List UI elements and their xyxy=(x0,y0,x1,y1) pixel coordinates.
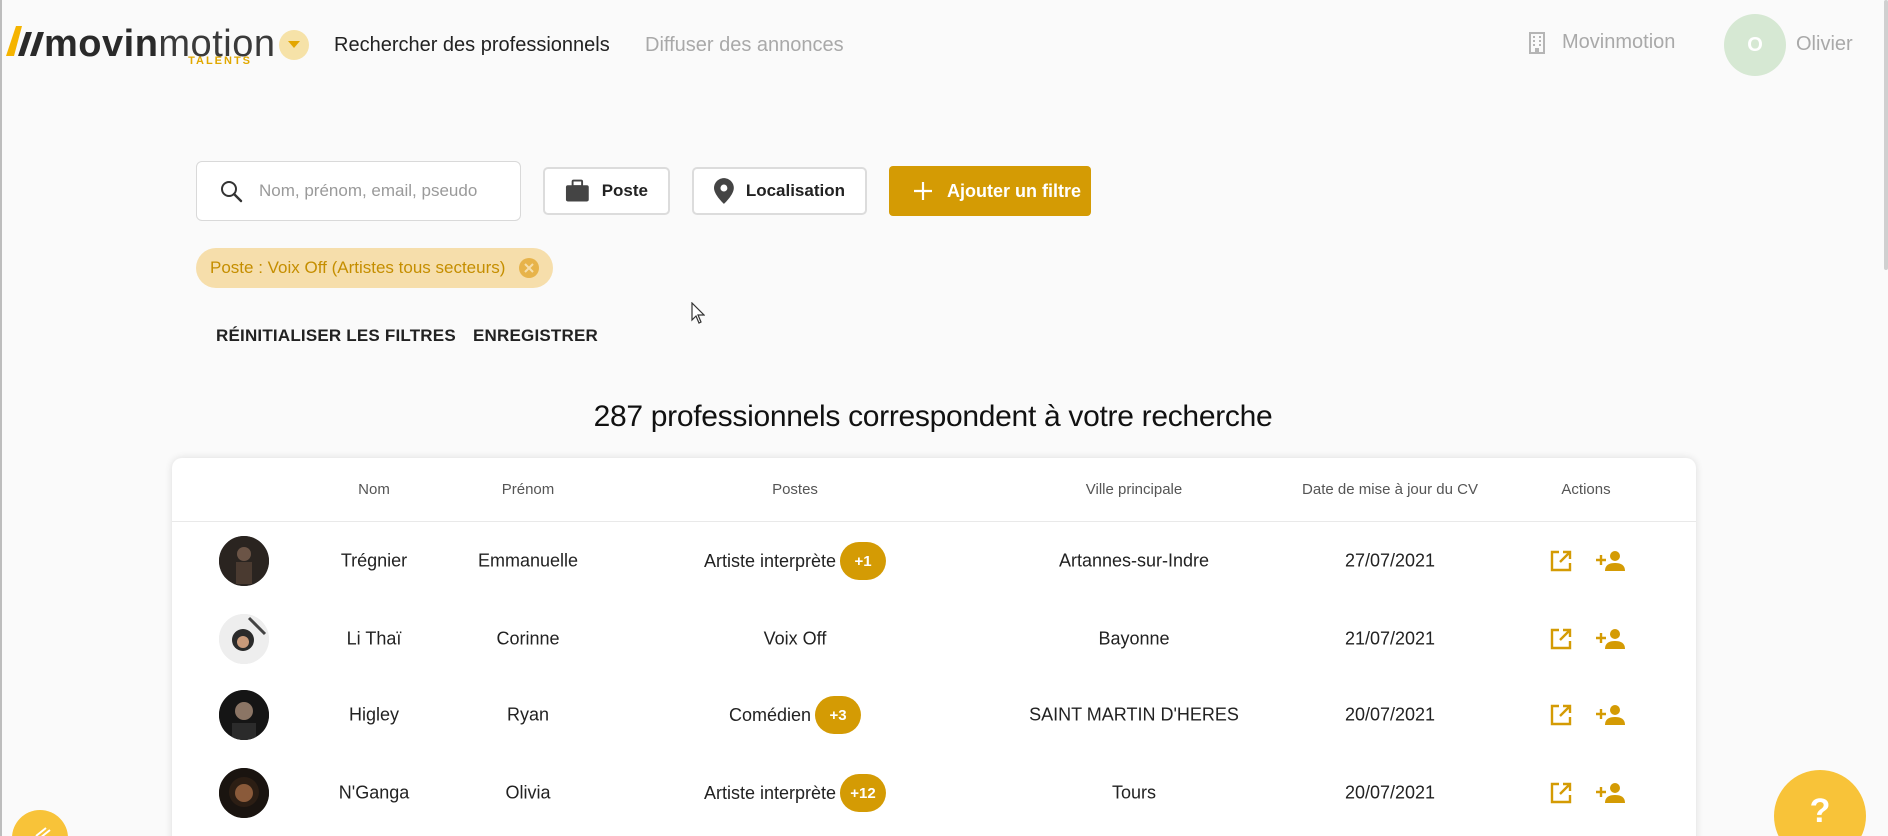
add-contact-icon[interactable] xyxy=(1596,550,1626,572)
cell-poste-label: Comédien xyxy=(728,704,812,725)
extra-postes-badge[interactable]: +3 xyxy=(815,696,862,734)
professional-avatar xyxy=(219,690,269,740)
close-icon xyxy=(524,263,535,273)
cell-prenom: Ryan xyxy=(506,704,550,725)
cell-nom: Higley xyxy=(348,704,400,725)
active-filter-chip[interactable]: Poste : Voix Off (Artistes tous secteurs… xyxy=(196,248,554,288)
logo-text-bold: movin xyxy=(44,23,159,65)
app-switcher-button[interactable] xyxy=(279,30,309,60)
logo-subtitle: TALENTS xyxy=(188,55,252,67)
cell-poste-label: Voix Off xyxy=(763,628,827,649)
header-nom[interactable]: Nom xyxy=(358,481,390,498)
header-postes[interactable]: Postes xyxy=(772,481,818,498)
add-filter-button[interactable]: Ajouter un filtre xyxy=(889,166,1091,216)
user-avatar[interactable]: O xyxy=(1724,14,1786,76)
table-row[interactable]: Li Thaï Corinne Voix Off Bayonne 21/07/2… xyxy=(172,600,1696,678)
table-row[interactable]: Higley Ryan Comédien +3 SAINT MARTIN D'H… xyxy=(172,676,1696,754)
table-header: Nom Prénom Postes Ville principale Date … xyxy=(172,458,1696,522)
organization-name: Movinmotion xyxy=(1562,31,1676,53)
poste-filter-label: Poste xyxy=(601,181,648,200)
cell-postes: Artiste interprète +12 xyxy=(703,774,887,812)
add-filter-label: Ajouter un filtre xyxy=(947,180,1081,201)
professional-avatar xyxy=(219,614,269,664)
chat-icon xyxy=(35,827,51,836)
help-question-icon: ? xyxy=(1809,792,1831,830)
cell-date: 27/07/2021 xyxy=(1344,550,1436,571)
cell-postes: Artiste interprète +1 xyxy=(703,542,887,580)
cell-prenom: Corinne xyxy=(496,628,560,649)
nav-post-ads[interactable]: Diffuser des annonces xyxy=(645,33,844,57)
location-pin-icon xyxy=(714,178,734,204)
professional-avatar xyxy=(219,768,269,818)
cell-ville: Bayonne xyxy=(1098,628,1170,649)
cell-poste-label: Artiste interprète xyxy=(703,550,837,571)
search-input[interactable] xyxy=(259,181,499,201)
briefcase-icon xyxy=(565,179,589,202)
table-row[interactable]: Trégnier Emmanuelle Artiste interprète +… xyxy=(172,522,1696,600)
open-profile-icon[interactable] xyxy=(1549,781,1573,805)
add-contact-icon[interactable] xyxy=(1596,782,1626,804)
caret-down-icon xyxy=(288,41,300,48)
extra-postes-badge[interactable]: +1 xyxy=(840,542,887,580)
organization-selector[interactable]: Movinmotion xyxy=(1528,31,1675,54)
reset-filters-button[interactable]: RÉINITIALISER LES FILTRES xyxy=(216,326,456,346)
plus-icon xyxy=(914,182,932,200)
help-button[interactable]: ? xyxy=(1774,770,1866,836)
cell-ville: Artannes-sur-Indre xyxy=(1058,550,1210,571)
cell-nom: Li Thaï xyxy=(346,628,402,649)
top-header: movin motion TALENTS Rechercher des profe… xyxy=(0,0,1888,90)
extra-postes-badge[interactable]: +12 xyxy=(840,774,887,812)
cell-postes: Voix Off xyxy=(764,629,827,650)
header-ville[interactable]: Ville principale xyxy=(1086,481,1182,498)
cell-postes: Comédien +3 xyxy=(728,696,862,734)
building-icon xyxy=(1529,31,1545,54)
remove-filter-button[interactable] xyxy=(519,258,540,278)
chat-launcher-button[interactable] xyxy=(12,810,68,836)
cell-date: 21/07/2021 xyxy=(1344,628,1436,649)
results-table: Nom Prénom Postes Ville principale Date … xyxy=(172,458,1696,836)
header-actions: Actions xyxy=(1561,481,1611,498)
header-date[interactable]: Date de mise à jour du CV xyxy=(1302,481,1478,498)
professional-avatar xyxy=(219,536,269,586)
header-prenom[interactable]: Prénom xyxy=(502,481,555,498)
cell-prenom: Emmanuelle xyxy=(477,550,579,571)
results-count-title: 287 professionnels correspondent à votre… xyxy=(593,400,1273,433)
location-filter-button[interactable]: Localisation xyxy=(692,167,867,215)
cell-poste-label: Artiste interprète xyxy=(703,782,837,803)
logo-mark-icon xyxy=(6,22,44,56)
location-filter-label: Localisation xyxy=(745,181,845,200)
cell-nom: N'Ganga xyxy=(338,782,410,803)
open-profile-icon[interactable] xyxy=(1549,627,1573,651)
cell-ville: SAINT MARTIN D'HERES xyxy=(1029,704,1239,725)
poste-filter-button[interactable]: Poste xyxy=(543,167,670,215)
movinmotion-logo[interactable]: movin motion TALENTS xyxy=(6,22,275,68)
add-contact-icon[interactable] xyxy=(1596,628,1626,650)
open-profile-icon[interactable] xyxy=(1549,703,1573,727)
user-name[interactable]: Olivier xyxy=(1796,33,1853,56)
cell-nom: Trégnier xyxy=(340,550,408,571)
cell-date: 20/07/2021 xyxy=(1344,782,1436,803)
cell-date: 20/07/2021 xyxy=(1344,704,1436,725)
nav-search-professionals[interactable]: Rechercher des professionnels xyxy=(334,33,610,57)
active-filter-label: Poste : Voix Off (Artistes tous secteurs… xyxy=(210,258,506,277)
search-icon xyxy=(221,181,243,203)
cell-ville: Tours xyxy=(1111,782,1157,803)
cell-prenom: Olivia xyxy=(505,782,551,803)
save-search-button[interactable]: ENREGISTRER xyxy=(473,326,598,346)
table-row[interactable]: N'Ganga Olivia Artiste interprète +12 To… xyxy=(172,754,1696,832)
mouse-cursor-icon xyxy=(691,302,705,324)
search-field[interactable] xyxy=(196,161,521,221)
open-profile-icon[interactable] xyxy=(1549,549,1573,573)
add-contact-icon[interactable] xyxy=(1596,704,1626,726)
